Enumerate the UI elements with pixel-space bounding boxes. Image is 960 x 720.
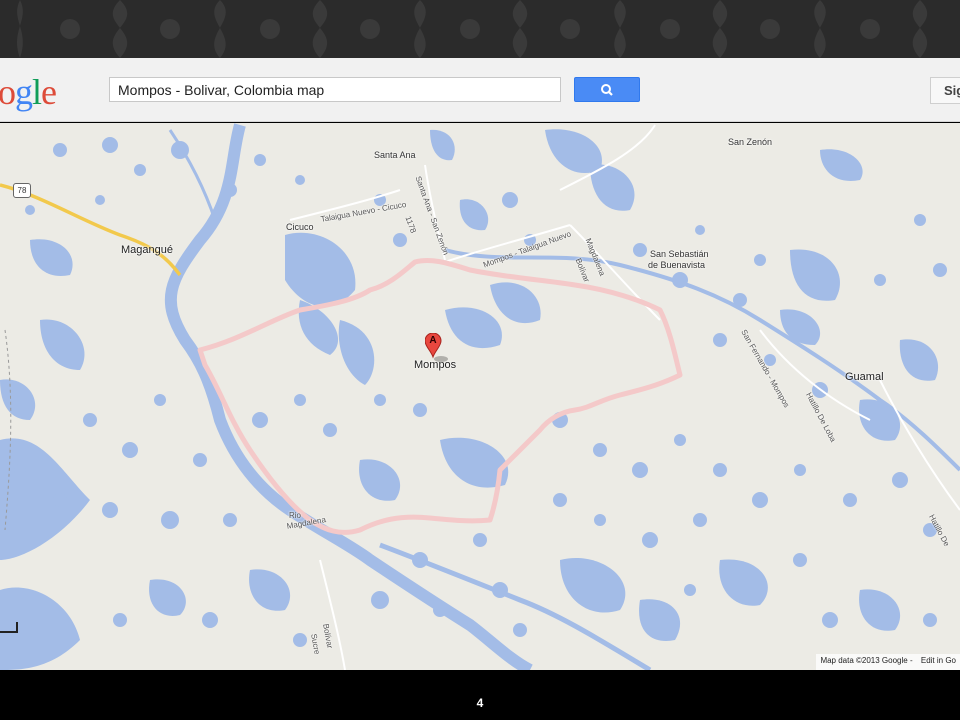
google-logo[interactable]: ogle xyxy=(0,72,57,112)
water-bodies xyxy=(0,129,939,670)
damask-pattern xyxy=(17,0,928,58)
search-icon xyxy=(601,84,613,96)
search-button[interactable] xyxy=(574,77,640,102)
place-label-guamal[interactable]: Guamal xyxy=(845,371,884,383)
sign-in-button[interactable]: Sig xyxy=(930,77,960,104)
place-label-cicuco[interactable]: Cicuco xyxy=(286,222,314,232)
location-marker[interactable]: A xyxy=(424,332,451,368)
map-scale-bar xyxy=(0,622,18,633)
place-label-buenavista[interactable]: de Buenavista xyxy=(648,260,705,270)
map-graphics xyxy=(0,123,960,670)
place-label-san-zenon[interactable]: San Zenón xyxy=(728,137,772,147)
place-label-magangue[interactable]: Magangué xyxy=(121,244,173,256)
page-number: 4 xyxy=(476,696,484,710)
attribution-text: Map data ©2013 Google - xyxy=(820,656,913,665)
place-label-santa-ana[interactable]: Santa Ana xyxy=(374,150,416,160)
route-78-shield: 78 xyxy=(13,183,31,198)
map-attribution: Map data ©2013 Google - Edit in Go xyxy=(816,654,960,670)
decorative-banner xyxy=(0,0,960,58)
place-label-san-sebastian[interactable]: San Sebastián xyxy=(650,249,709,259)
map-canvas[interactable]: Magangué Santa Ana San Zenón Cicuco San … xyxy=(0,123,960,670)
search-input[interactable]: Mompos - Bolivar, Colombia map xyxy=(109,77,561,102)
edit-in-google-link[interactable]: Edit in Go xyxy=(921,656,956,665)
marker-label: A xyxy=(429,335,437,346)
